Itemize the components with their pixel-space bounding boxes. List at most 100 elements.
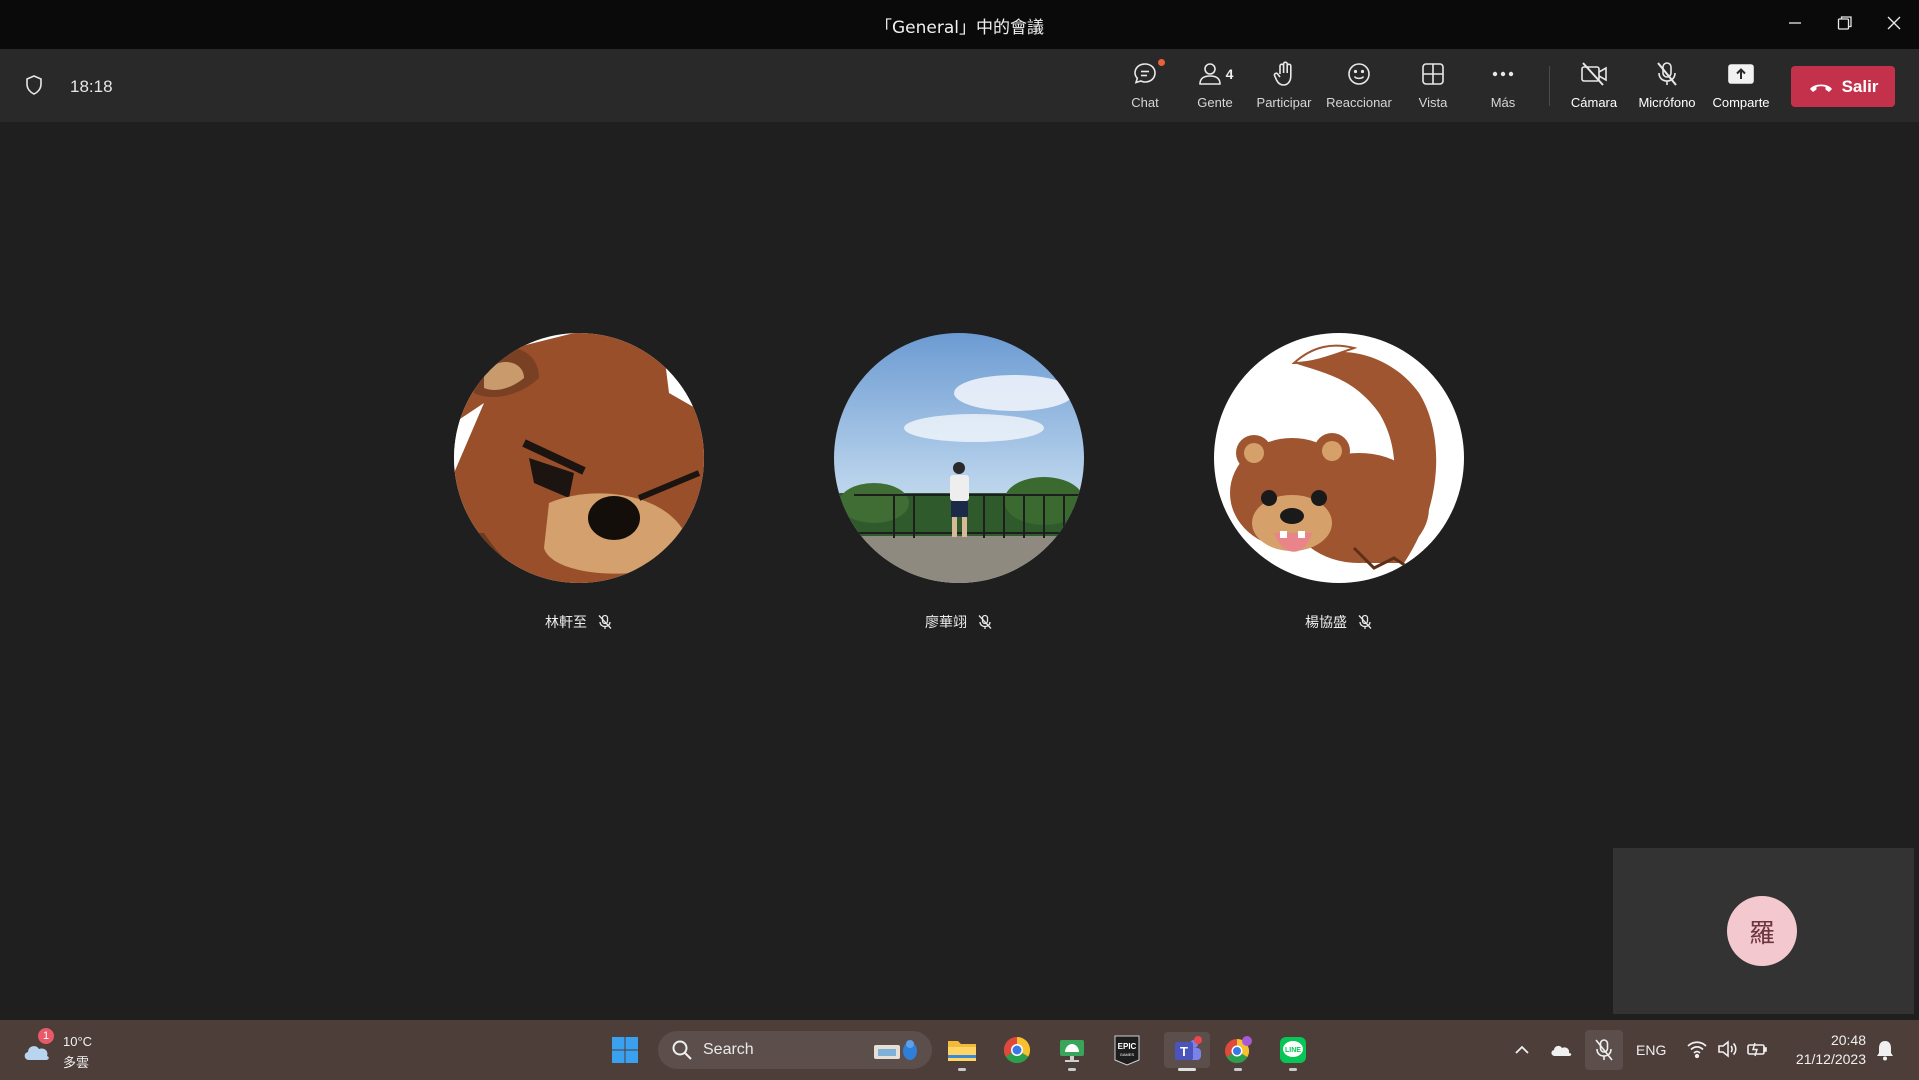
share-button[interactable]: Comparte	[1705, 59, 1777, 115]
clock-time: 20:48	[1830, 1032, 1866, 1048]
angry-bear-avatar-image	[454, 333, 704, 583]
grid-view-icon	[1422, 63, 1444, 85]
mic-muted-tray-icon	[1595, 1039, 1613, 1061]
running-indicator	[958, 1068, 966, 1071]
chat-label: Chat	[1131, 95, 1159, 110]
battery-icon	[1747, 1042, 1767, 1057]
weather-desc: 多雲	[63, 1056, 90, 1071]
remote-desktop-icon	[1060, 1040, 1084, 1062]
chat-button[interactable]: Chat	[1109, 59, 1181, 115]
svg-text:GAMES: GAMES	[1120, 1052, 1135, 1057]
language-indicator[interactable]: ENG	[1636, 1042, 1666, 1058]
share-label: Comparte	[1712, 95, 1770, 110]
participant-name-row: 林軒至	[454, 612, 704, 632]
participant-name: 林軒至	[545, 615, 587, 631]
camera-button[interactable]: Cámara	[1558, 59, 1630, 115]
leave-label: Salir	[1841, 76, 1879, 96]
leave-button[interactable]: Salir	[1791, 66, 1895, 107]
epic-games-icon: EPIC GAMES	[1114, 1035, 1140, 1066]
start-button[interactable]	[607, 1032, 643, 1068]
participant-name-row: 楊協盛	[1214, 612, 1464, 632]
minimize-icon	[1789, 22, 1801, 24]
teams-button[interactable]: T	[1164, 1032, 1210, 1071]
start-icon	[612, 1037, 638, 1063]
running-indicator	[1068, 1068, 1076, 1071]
mic-muted-icon	[1358, 614, 1372, 629]
microphone-label: Micrófono	[1638, 95, 1696, 110]
microphone-button[interactable]: Micrófono	[1631, 59, 1703, 115]
participant-tile[interactable]: 廖華翊	[834, 333, 1084, 631]
svg-text:LINE: LINE	[1285, 1047, 1301, 1054]
quick-settings-button[interactable]	[1686, 1038, 1768, 1060]
epic-games-button[interactable]: EPIC GAMES	[1109, 1032, 1145, 1068]
close-button[interactable]	[1871, 6, 1917, 40]
raise-hand-icon	[1273, 61, 1292, 86]
window-title: 「General」中的會議	[875, 18, 1044, 38]
participant-name-row: 廖華翊	[834, 612, 1084, 632]
svg-text:EPIC: EPIC	[1118, 1042, 1137, 1051]
more-button[interactable]: Más	[1467, 59, 1539, 115]
weather-temp: 10°C	[63, 1034, 93, 1049]
notifications-button[interactable]	[1873, 1038, 1897, 1067]
restore-icon	[1837, 16, 1852, 30]
weather-widget[interactable]: 1 10°C 多雲	[18, 1028, 98, 1074]
photo-avatar-image	[834, 333, 1084, 583]
line-icon: LINE	[1280, 1037, 1306, 1063]
search-label: Search	[703, 1041, 754, 1058]
camera-off-icon	[1581, 62, 1607, 86]
search-highlight-icon	[874, 1040, 917, 1060]
participant-tile[interactable]: 林軒至	[454, 333, 704, 631]
chrome-button[interactable]	[999, 1032, 1035, 1068]
onedrive-button[interactable]	[1548, 1038, 1574, 1067]
restore-button[interactable]	[1822, 6, 1868, 40]
participant-name: 廖華翊	[925, 615, 967, 631]
toolbar-divider	[1549, 66, 1550, 106]
chrome-icon	[1003, 1036, 1031, 1064]
svg-text:T: T	[1180, 1044, 1188, 1059]
view-button[interactable]: Vista	[1397, 59, 1469, 115]
active-indicator	[1178, 1068, 1196, 1071]
running-indicator	[1289, 1068, 1297, 1071]
bell-icon	[1877, 1041, 1893, 1061]
file-explorer-button[interactable]	[944, 1032, 980, 1071]
self-view-tile[interactable]: 羅	[1613, 848, 1914, 1014]
hang-up-icon	[1809, 84, 1832, 92]
remote-desktop-button[interactable]	[1054, 1032, 1090, 1071]
self-avatar: 羅	[1727, 896, 1797, 966]
mic-muted-icon	[978, 614, 992, 629]
chrome-profile-button[interactable]	[1220, 1032, 1256, 1071]
react-label: Reaccionar	[1326, 95, 1392, 110]
more-icon	[1492, 71, 1514, 77]
chevron-up-icon	[1515, 1045, 1529, 1054]
taskbar-search[interactable]: Search	[658, 1031, 932, 1069]
raise-hand-button[interactable]: Participar	[1248, 59, 1320, 115]
file-explorer-icon	[948, 1041, 976, 1061]
avatar	[834, 333, 1084, 583]
participant-name: 楊協盛	[1305, 615, 1347, 631]
avatar	[454, 333, 704, 583]
smiley-icon	[1348, 63, 1370, 85]
participant-tile[interactable]: 楊協盛	[1214, 333, 1464, 631]
wifi-icon	[1687, 1041, 1707, 1059]
clock-button[interactable]: 20:48 21/12/2023	[1780, 1030, 1868, 1072]
clock-date: 21/12/2023	[1795, 1051, 1866, 1067]
mic-off-icon	[1657, 62, 1677, 86]
chat-icon	[1134, 63, 1156, 84]
avatar	[1214, 333, 1464, 583]
volume-icon	[1718, 1040, 1737, 1058]
shield-icon[interactable]	[22, 73, 46, 102]
close-icon	[1887, 16, 1901, 30]
view-label: Vista	[1418, 95, 1448, 110]
people-button[interactable]: 4 Gente	[1179, 59, 1251, 115]
chrome-profile-icon	[1225, 1036, 1252, 1064]
teams-icon: T	[1175, 1036, 1202, 1060]
window-title-bar: 「General」中的會議	[0, 0, 1919, 49]
show-hidden-icons-button[interactable]	[1510, 1038, 1534, 1067]
minimize-button[interactable]	[1772, 6, 1818, 40]
more-label: Más	[1490, 95, 1516, 110]
line-button[interactable]: LINE	[1275, 1032, 1311, 1071]
react-button[interactable]: Reaccionar	[1323, 59, 1395, 115]
share-screen-icon	[1728, 64, 1754, 84]
weather-badge: 1	[38, 1028, 54, 1044]
mic-tray-button[interactable]	[1585, 1030, 1623, 1070]
